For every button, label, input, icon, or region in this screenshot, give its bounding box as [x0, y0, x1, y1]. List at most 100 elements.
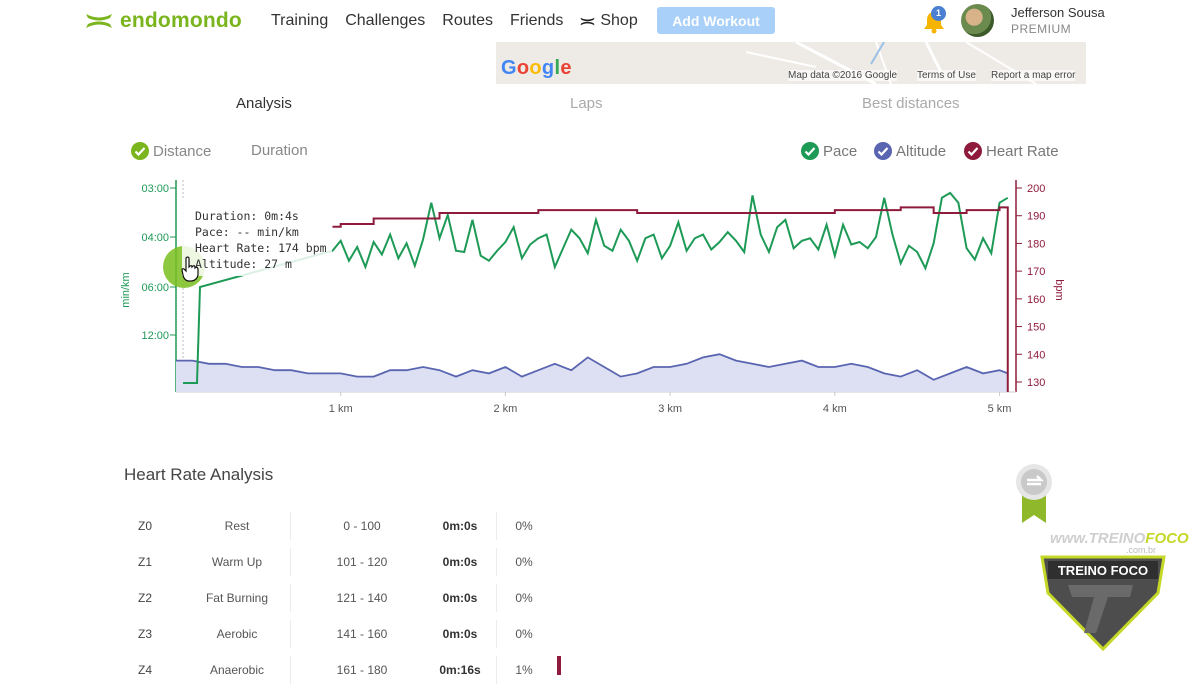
x-tick-label: 4 km	[823, 403, 847, 415]
checkmark-icon	[964, 142, 982, 160]
tab-analysis[interactable]: Analysis	[236, 95, 292, 112]
zone-id: Z2	[138, 591, 153, 605]
x-tick-label: 1 km	[329, 403, 353, 415]
zone-id: Z3	[138, 627, 153, 641]
tooltip-duration: Duration: 0m:4s	[195, 209, 299, 223]
workout-chart[interactable]: 03:00 04:00 06:00 12:00 min/km 200 190 180 170 16…	[0, 175, 1200, 420]
left-tick-label: 12:00	[141, 330, 169, 342]
divider	[496, 548, 497, 576]
nav-shop[interactable]: Shop	[579, 12, 638, 30]
zone-name: Fat Burning	[205, 591, 269, 605]
zone-name: Warm Up	[211, 555, 263, 569]
user-name[interactable]: Jefferson Sousa	[1011, 5, 1105, 20]
table-row: Z3 Aerobic 141 - 160 0m:0s 0%	[124, 616, 544, 652]
altitude-toggle-label: Altitude	[896, 142, 947, 160]
left-tick-label: 03:00	[141, 183, 169, 195]
zone-range: 101 - 120	[336, 555, 388, 569]
heart-rate-analysis-title: Heart Rate Analysis	[124, 465, 274, 484]
nav-challenges[interactable]: Challenges	[345, 12, 425, 30]
nav-training[interactable]: Training	[271, 12, 328, 30]
checkmark-icon	[874, 142, 892, 160]
underarmour-logo-icon	[86, 14, 112, 28]
brand-name: endomondo	[120, 9, 242, 32]
x-tick-label: 5 km	[988, 403, 1012, 415]
right-tick-label: 150	[1027, 322, 1045, 334]
table-row: Z2 Fat Burning 121 - 140 0m:0s 0%	[124, 580, 544, 616]
tab-laps[interactable]: Laps	[570, 95, 603, 112]
table-row: Z4 Anaerobic 161 - 180 0m:16s 1%	[124, 652, 544, 688]
divider	[290, 548, 291, 576]
checkmark-icon	[131, 142, 149, 160]
divider	[290, 656, 291, 684]
zone-range: 141 - 160	[336, 627, 388, 641]
nav-shop-label: Shop	[600, 12, 638, 29]
watermark-text: www.TREINOFOCO	[1050, 530, 1189, 547]
series-heart-rate-toggle[interactable]: Heart Rate	[964, 142, 1059, 160]
divider	[496, 512, 497, 540]
right-tick-label: 130	[1027, 377, 1045, 389]
pace-toggle-label: Pace	[823, 142, 858, 160]
divider	[290, 620, 291, 648]
top-navigation: endomondo Training Challenges Routes Fri…	[0, 0, 1200, 42]
underarmour-logo-icon	[580, 17, 595, 25]
map-data-attribution: Map data ©2016 Google	[788, 70, 898, 81]
x-axis-duration-toggle[interactable]: Duration	[251, 142, 308, 159]
zone-percent: 0%	[515, 591, 533, 605]
divider	[496, 656, 497, 684]
heart-rate-toggle-label: Heart Rate	[986, 142, 1059, 160]
right-tick-label: 160	[1027, 294, 1045, 306]
series-altitude-toggle[interactable]: Altitude	[874, 142, 946, 160]
tooltip-altitude: Altitude: 27 m	[195, 257, 292, 271]
hand-cursor-icon	[181, 256, 199, 282]
series-pace-toggle[interactable]: Pace	[801, 142, 857, 160]
right-tick-label: 170	[1027, 266, 1045, 278]
user-plan-badge: PREMIUM	[1011, 22, 1072, 36]
avatar[interactable]	[961, 4, 994, 37]
right-axis-title: bpm	[1053, 279, 1065, 300]
zone-percent: 0%	[515, 627, 533, 641]
x-tick-label: 2 km	[493, 403, 517, 415]
distance-toggle-label: Distance	[153, 142, 212, 160]
zone-id: Z1	[138, 555, 153, 569]
endomondo-logo[interactable]: endomondo	[84, 9, 242, 33]
zone-percent: 0%	[515, 519, 533, 533]
zone-id: Z0	[138, 519, 153, 533]
divider	[496, 620, 497, 648]
duration-toggle-label: Duration	[251, 142, 308, 159]
divider	[290, 512, 291, 540]
add-workout-button[interactable]: Add Workout	[657, 7, 775, 34]
right-tick-label: 190	[1027, 211, 1045, 223]
zone-range: 121 - 140	[336, 591, 388, 605]
google-logo: Google	[501, 57, 572, 79]
zone-name: Rest	[224, 519, 250, 533]
tab-best-distances[interactable]: Best distances	[862, 95, 960, 112]
left-tick-label: 06:00	[141, 282, 169, 294]
map-terms-link[interactable]: Terms of Use	[917, 70, 976, 81]
zone-range: 0 - 100	[343, 519, 381, 533]
tooltip-heart-rate: Heart Rate: 174 bpm	[195, 241, 327, 255]
divider	[290, 584, 291, 612]
chart-tooltip: Duration: 0m:4s Pace: -- min/km Heart Ra…	[182, 200, 332, 276]
route-map[interactable]: Google Map data ©2016 Google Terms of Us…	[496, 42, 1086, 84]
right-tick-label: 180	[1027, 238, 1045, 250]
heart-rate-line[interactable]	[332, 206, 1009, 392]
map-report-link[interactable]: Report a map error	[991, 70, 1076, 81]
table-row: Z1 Warm Up 101 - 120 0m:0s 0%	[124, 544, 544, 580]
left-axis-title: min/km	[120, 272, 132, 307]
x-axis-distance-toggle[interactable]: Distance	[131, 142, 211, 160]
zone-name: Aerobic	[216, 627, 258, 641]
watermark-www: www.	[1050, 530, 1089, 547]
tooltip-pace: Pace: -- min/km	[195, 225, 299, 239]
medal-badge-icon	[1016, 464, 1052, 523]
left-tick-label: 04:00	[141, 232, 169, 244]
right-tick-label: 140	[1027, 349, 1045, 361]
checkmark-icon	[801, 142, 819, 160]
notification-badge: 1	[931, 6, 946, 21]
table-row: Z0 Rest 0 - 100 0m:0s 0%	[124, 508, 544, 544]
divider	[496, 584, 497, 612]
right-tick-label: 200	[1027, 183, 1045, 195]
nav-friends[interactable]: Friends	[510, 12, 563, 30]
nav-routes[interactable]: Routes	[442, 12, 493, 30]
x-tick-label: 3 km	[658, 403, 682, 415]
shield-text: TREINO FOCO	[1058, 563, 1148, 578]
